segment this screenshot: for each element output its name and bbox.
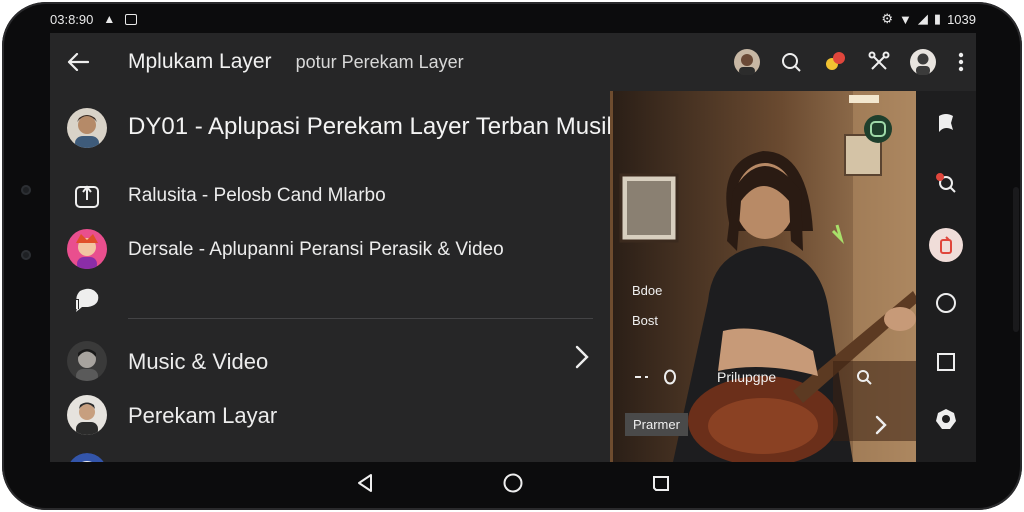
- item-avatar: [67, 229, 107, 269]
- screen-icon: [125, 13, 138, 25]
- record-button-icon[interactable]: [929, 228, 963, 262]
- sticker-icon[interactable]: [931, 404, 961, 434]
- list-item-label: Music & Video: [128, 349, 269, 374]
- divider: [128, 318, 593, 319]
- settings-icon: ⚙: [881, 11, 894, 26]
- status-bar: 03:8:90 ▲ ⚙ ▼ ◢ ▮ 1039: [50, 6, 976, 32]
- share-icon[interactable]: [864, 45, 894, 79]
- list-item-label: Perekam Layar: [128, 403, 278, 428]
- notification-icon: ▲: [103, 12, 116, 26]
- list-item-2[interactable]: Dersale - Aplupanni Peransi Perasik & Vi…: [50, 225, 610, 275]
- video-player[interactable]: Bdoe Bost Prilupgpe Prarmer: [610, 91, 916, 462]
- partial-avatar: [67, 453, 107, 462]
- overlay-label-1: Bdoe: [632, 283, 663, 298]
- list-item-music-video[interactable]: Music & Video: [50, 339, 610, 383]
- overlay-chevron-right-icon[interactable]: [875, 415, 887, 438]
- app-screen: Mplukam Layer potur Perekam Layer DY01 -…: [50, 33, 976, 462]
- nav-back-icon[interactable]: [350, 468, 380, 498]
- list-item-3[interactable]: [50, 281, 610, 321]
- nav-home-icon[interactable]: [498, 468, 528, 498]
- list-item-1[interactable]: Ralusita - Pelosb Cand Mlarbo: [50, 171, 610, 221]
- signal-icon: ◢: [917, 11, 928, 26]
- right-action-rail: [916, 91, 976, 462]
- bookmark-flag-icon[interactable]: [931, 108, 961, 138]
- notification-badge-icon[interactable]: [820, 45, 850, 79]
- overlay-bottom-button[interactable]: Prarmer: [625, 413, 688, 436]
- nav-recents-icon[interactable]: [646, 468, 676, 498]
- content-list: DY01 - Aplupasi Perekam Layer Terban Mus…: [50, 91, 702, 462]
- app-subtitle: potur Perekam Layer: [295, 51, 464, 72]
- overlay-controls-icon[interactable]: [633, 369, 677, 388]
- list-item-label: Dersale - Aplupanni Peransi Perasik & Vi…: [128, 239, 504, 260]
- search-badge-icon[interactable]: [931, 168, 961, 198]
- share-box-icon: [74, 181, 100, 214]
- status-time-left: 03:8:90: [50, 11, 94, 27]
- list-item-label: Ralusita - Pelosb Cand Mlarbo: [128, 185, 386, 206]
- wifi-icon: ▼: [899, 11, 912, 27]
- status-time-right: 1039: [947, 11, 976, 27]
- side-button: [1013, 187, 1019, 332]
- camera-dot: [21, 185, 31, 195]
- circle-icon[interactable]: [931, 288, 961, 318]
- chat-bubble-icon: [72, 285, 102, 318]
- item-avatar: [67, 395, 107, 435]
- sensor-dot: [21, 250, 31, 260]
- profile-avatar-2[interactable]: [908, 45, 938, 79]
- item-avatar: [67, 341, 107, 381]
- search-chat-icon[interactable]: [776, 45, 806, 79]
- overlay-search-icon[interactable]: [856, 369, 872, 388]
- more-vert-icon[interactable]: [952, 45, 970, 79]
- chevron-right-icon[interactable]: [575, 345, 589, 376]
- video-frame-image: [613, 91, 916, 462]
- header-avatar: [67, 108, 107, 148]
- list-item-perekam[interactable]: Perekam Layar: [50, 393, 610, 437]
- overlay-center-label: Prilupgpe: [717, 369, 777, 385]
- system-nav-bar: [50, 462, 976, 504]
- battery-icon: ▮: [933, 11, 942, 26]
- app-title: Mplukam Layer: [128, 50, 272, 73]
- app-bar: Mplukam Layer potur Perekam Layer: [50, 33, 976, 91]
- app-bar-actions: [732, 45, 970, 79]
- arrow-left-icon[interactable]: [50, 33, 106, 91]
- overlay-label-2: Bost: [632, 313, 659, 328]
- profile-avatar-1[interactable]: [732, 45, 762, 79]
- square-icon[interactable]: [931, 347, 961, 377]
